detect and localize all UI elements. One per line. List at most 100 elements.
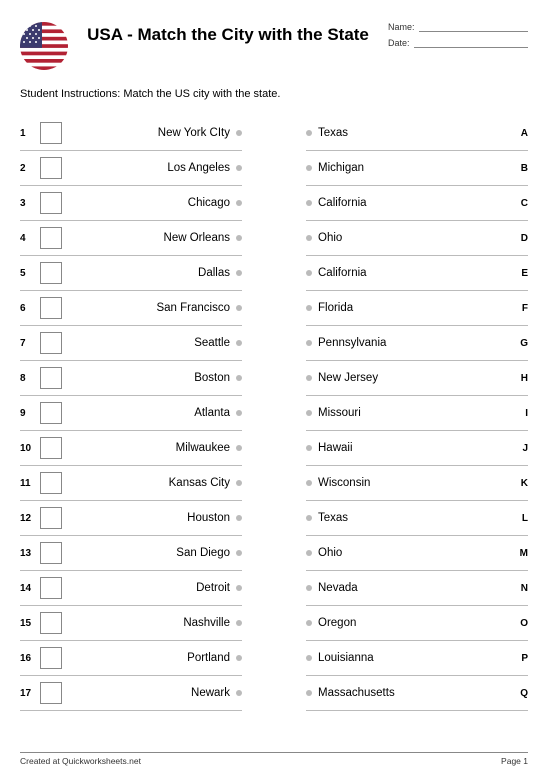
city-label: San Diego xyxy=(70,547,236,559)
name-label: Name: xyxy=(388,22,415,32)
match-dot-icon xyxy=(236,515,242,521)
state-row: HawaiiJ xyxy=(306,431,528,466)
city-label: Milwaukee xyxy=(70,442,236,454)
state-label: Nevada xyxy=(312,582,508,594)
city-row: 15Nashville xyxy=(20,606,242,641)
row-number: 11 xyxy=(20,478,40,489)
row-number: 8 xyxy=(20,373,40,384)
answer-box[interactable] xyxy=(40,577,62,599)
state-row: PennsylvaniaG xyxy=(306,326,528,361)
city-row: 17Newark xyxy=(20,676,242,711)
answer-box[interactable] xyxy=(40,297,62,319)
state-row: MichiganB xyxy=(306,151,528,186)
row-number: 16 xyxy=(20,653,40,664)
city-row: 5 Dallas xyxy=(20,256,242,291)
city-label: New York CIty xyxy=(70,127,236,139)
row-number: 5 xyxy=(20,268,40,279)
match-dot-icon xyxy=(236,235,242,241)
match-dot-icon xyxy=(236,305,242,311)
state-row: TexasL xyxy=(306,501,528,536)
state-label: Massachusetts xyxy=(312,687,508,699)
name-field[interactable] xyxy=(419,22,528,32)
row-number: 4 xyxy=(20,233,40,244)
row-letter: Q xyxy=(508,688,528,699)
footer-credit: Created at Quickworksheets.net xyxy=(20,756,141,766)
state-label: California xyxy=(312,197,508,209)
row-letter: G xyxy=(508,338,528,349)
state-row: OhioD xyxy=(306,221,528,256)
row-number: 9 xyxy=(20,408,40,419)
row-letter: I xyxy=(508,408,528,419)
answer-box[interactable] xyxy=(40,367,62,389)
row-number: 2 xyxy=(20,163,40,174)
match-dot-icon xyxy=(236,690,242,696)
match-dot-icon xyxy=(236,375,242,381)
match-dot-icon xyxy=(236,480,242,486)
answer-box[interactable] xyxy=(40,157,62,179)
row-number: 1 xyxy=(20,128,40,139)
state-label: Pennsylvania xyxy=(312,337,508,349)
match-dot-icon xyxy=(236,585,242,591)
answer-box[interactable] xyxy=(40,507,62,529)
row-letter: F xyxy=(508,303,528,314)
city-label: New Orleans xyxy=(70,232,236,244)
row-number: 7 xyxy=(20,338,40,349)
answer-box[interactable] xyxy=(40,192,62,214)
page-title: USA - Match the City with the State xyxy=(80,24,376,45)
footer-page: Page 1 xyxy=(501,756,528,766)
row-letter: C xyxy=(508,198,528,209)
match-dot-icon xyxy=(236,165,242,171)
answer-box[interactable] xyxy=(40,542,62,564)
state-label: Missouri xyxy=(312,407,508,419)
answer-box[interactable] xyxy=(40,612,62,634)
state-label: Ohio xyxy=(312,232,508,244)
row-letter: M xyxy=(508,548,528,559)
state-label: Ohio xyxy=(312,547,508,559)
row-letter: J xyxy=(508,443,528,454)
date-field[interactable] xyxy=(414,38,528,48)
state-row: WisconsinK xyxy=(306,466,528,501)
state-label: Wisconsin xyxy=(312,477,508,489)
answer-box[interactable] xyxy=(40,227,62,249)
row-letter: P xyxy=(508,653,528,664)
row-number: 6 xyxy=(20,303,40,314)
city-label: Chicago xyxy=(70,197,236,209)
city-row: 3Chicago xyxy=(20,186,242,221)
answer-box[interactable] xyxy=(40,472,62,494)
city-label: Seattle xyxy=(70,337,236,349)
state-row: LouisiannaP xyxy=(306,641,528,676)
answer-box[interactable] xyxy=(40,402,62,424)
answer-box[interactable] xyxy=(40,262,62,284)
answer-box[interactable] xyxy=(40,682,62,704)
city-row: 9Atlanta xyxy=(20,396,242,431)
city-row: 1 New York CIty xyxy=(20,116,242,151)
state-label: Michigan xyxy=(312,162,508,174)
state-label: Hawaii xyxy=(312,442,508,454)
instructions: Student Instructions: Match the US city … xyxy=(20,88,528,100)
row-number: 15 xyxy=(20,618,40,629)
city-row: 12Houston xyxy=(20,501,242,536)
state-label: California xyxy=(312,267,508,279)
city-label: Detroit xyxy=(70,582,236,594)
city-label: Dallas xyxy=(70,267,236,279)
state-row: MassachusettsQ xyxy=(306,676,528,711)
match-dot-icon xyxy=(236,550,242,556)
date-label: Date: xyxy=(388,38,410,48)
answer-box[interactable] xyxy=(40,647,62,669)
state-row: TexasA xyxy=(306,116,528,151)
usa-flag-icon xyxy=(20,22,68,70)
answer-box[interactable] xyxy=(40,122,62,144)
states-column: TexasAMichiganBCaliforniaCOhioDCaliforni… xyxy=(306,116,528,711)
state-label: Oregon xyxy=(312,617,508,629)
city-label: Newark xyxy=(70,687,236,699)
match-dot-icon xyxy=(236,340,242,346)
state-row: NevadaN xyxy=(306,571,528,606)
row-letter: B xyxy=(508,163,528,174)
city-row: 16Portland xyxy=(20,641,242,676)
answer-box[interactable] xyxy=(40,437,62,459)
city-row: 7 Seattle xyxy=(20,326,242,361)
city-label: Boston xyxy=(70,372,236,384)
city-row: 4 New Orleans xyxy=(20,221,242,256)
answer-box[interactable] xyxy=(40,332,62,354)
row-number: 12 xyxy=(20,513,40,524)
